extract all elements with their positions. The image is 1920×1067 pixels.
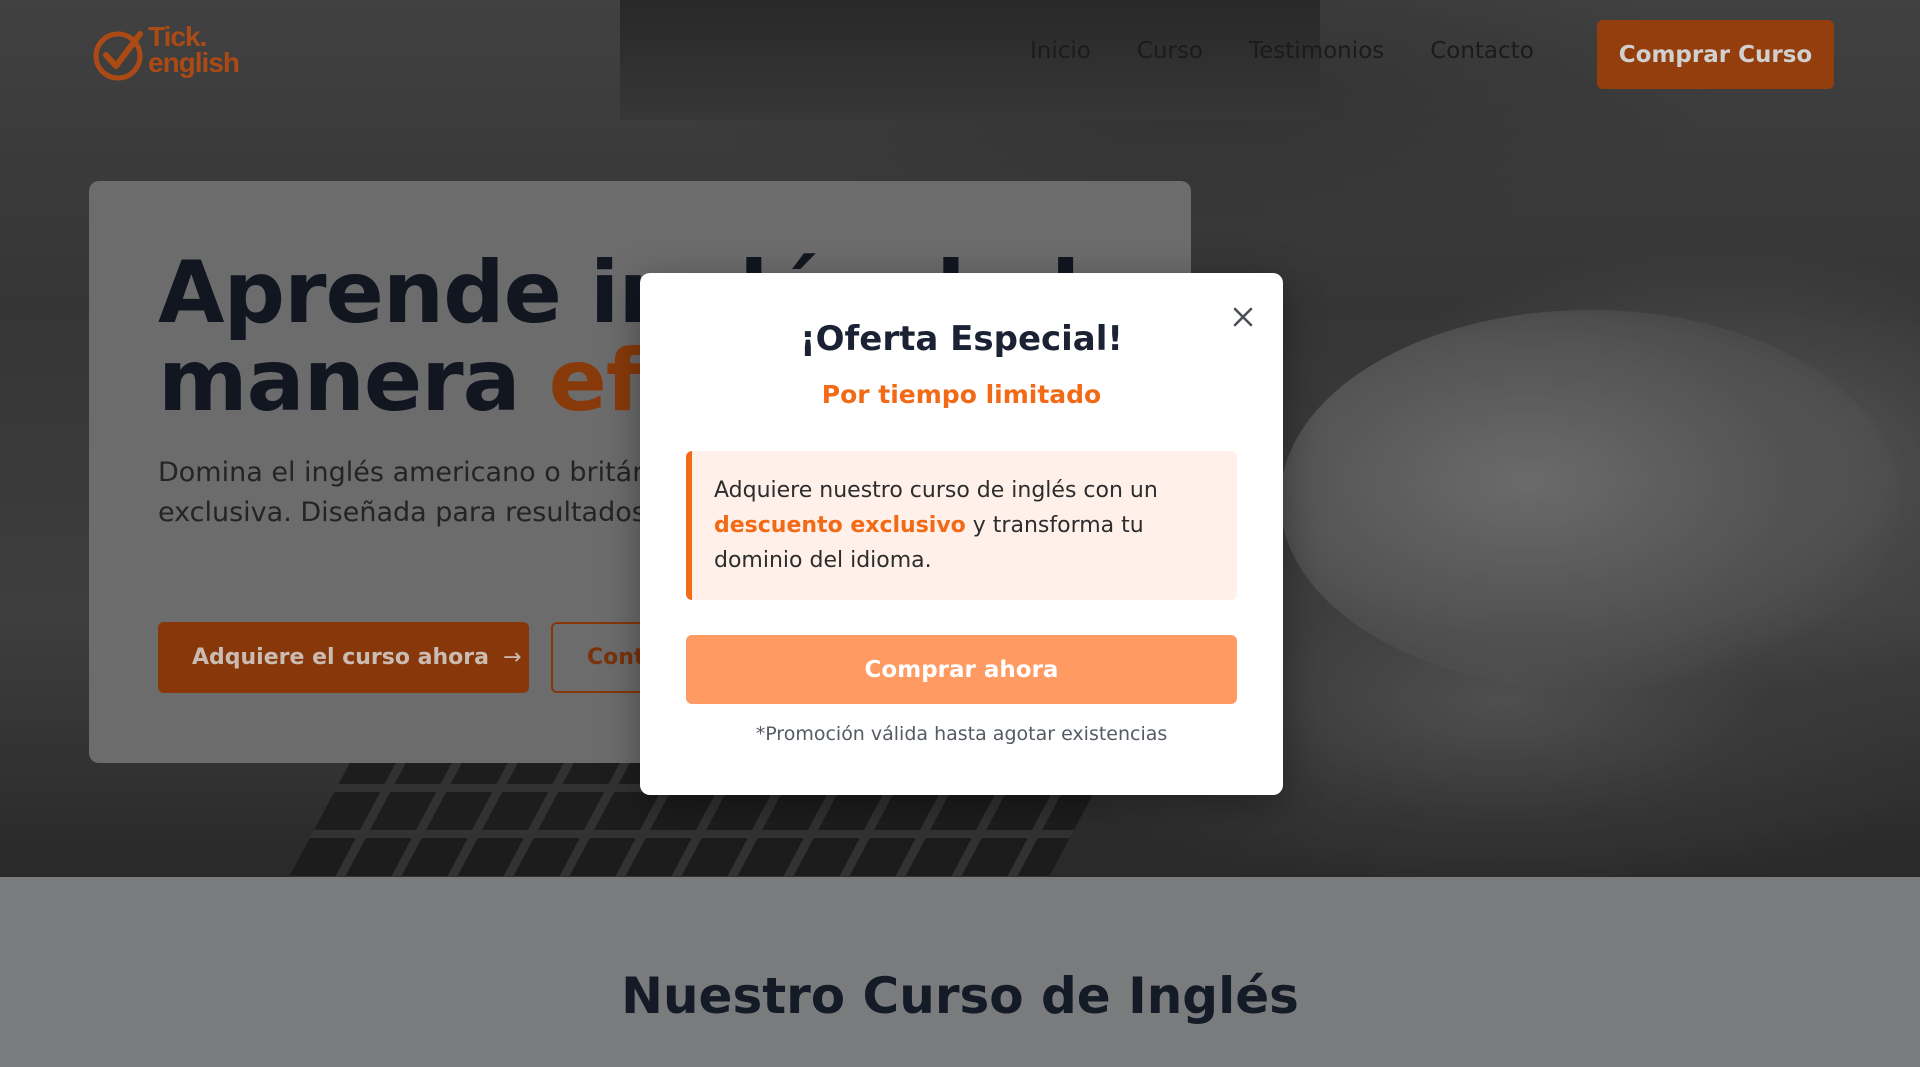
offer-text-prefix: Adquiere nuestro curso de inglés con un	[714, 478, 1158, 503]
acquire-course-label: Adquiere el curso ahora	[192, 645, 489, 670]
offer-message: Adquiere nuestro curso de inglés con un …	[686, 451, 1237, 600]
hero-title-line-2-prefix: manera	[158, 331, 549, 431]
main-nav: Inicio Curso Testimonios Contacto	[1030, 38, 1580, 64]
site-header: Tick. english Inicio Curso Testimonios C…	[0, 0, 1920, 110]
logo-wordmark: Tick. english	[148, 23, 240, 78]
course-section-title: Nuestro Curso de Inglés	[621, 967, 1299, 1025]
offer-highlight: descuento exclusivo	[714, 513, 966, 538]
buy-course-button[interactable]: Comprar Curso	[1597, 20, 1834, 89]
buy-now-button[interactable]: Comprar ahora	[686, 635, 1237, 704]
modal-title: ¡Oferta Especial!	[800, 319, 1123, 359]
nav-link-testimonios[interactable]: Testimonios	[1249, 38, 1384, 64]
nav-link-inicio[interactable]: Inicio	[1030, 38, 1091, 64]
promo-note: *Promoción válida hasta agotar existenci…	[755, 723, 1168, 745]
course-section: Nuestro Curso de Inglés	[0, 877, 1920, 1067]
nav-link-contacto[interactable]: Contacto	[1430, 38, 1534, 64]
logo-check-icon	[93, 31, 143, 81]
arrow-right-icon: →	[502, 645, 522, 670]
logo-line-2: english	[148, 47, 240, 78]
site-logo[interactable]: Tick. english	[92, 23, 262, 86]
nav-link-curso[interactable]: Curso	[1137, 38, 1203, 64]
background-hand	[1280, 310, 1900, 690]
special-offer-modal: ¡Oferta Especial! Por tiempo limitado Ad…	[640, 273, 1283, 795]
modal-subtitle: Por tiempo limitado	[821, 380, 1102, 409]
acquire-course-button[interactable]: Adquiere el curso ahora →	[158, 622, 529, 693]
